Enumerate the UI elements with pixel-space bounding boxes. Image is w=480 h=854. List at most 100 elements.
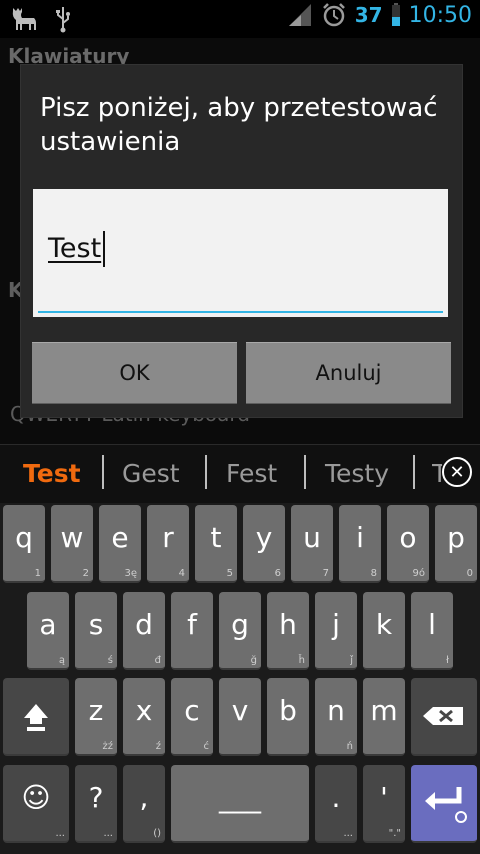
key-k[interactable]: k (363, 592, 405, 670)
key-apostrophe[interactable]: ' "." (363, 765, 405, 843)
suggestion-item[interactable]: Gest (122, 459, 180, 488)
key-label: w (60, 521, 84, 554)
key-hint: ń (346, 741, 353, 752)
key-q[interactable]: q1 (3, 505, 45, 583)
key-v[interactable]: v (219, 678, 261, 756)
suggestion-item[interactable]: Test (23, 459, 81, 488)
ok-button[interactable]: OK (32, 342, 237, 404)
key-hint: 2 (82, 568, 89, 579)
key-hint: ȟ (298, 655, 305, 666)
key-hint: ǰ (350, 655, 353, 666)
key-label: p (447, 521, 465, 554)
key-label: s (88, 608, 104, 641)
key-h[interactable]: hȟ (267, 592, 309, 670)
key-f[interactable]: f (171, 592, 213, 670)
key-s[interactable]: sś (75, 592, 117, 670)
test-input-value: Test (48, 233, 102, 264)
enter-key[interactable] (411, 765, 477, 843)
key-r[interactable]: r4 (147, 505, 189, 583)
key-hint: ą (58, 655, 65, 666)
status-left (10, 4, 72, 34)
key-label: u (303, 521, 321, 554)
key-comma[interactable]: , () (123, 765, 165, 843)
test-dialog: Pisz poniżej, aby przetestować ustawieni… (21, 65, 462, 417)
suggestion-item[interactable]: Fest (226, 459, 277, 488)
key-label: n (327, 694, 345, 727)
key-label: g (231, 608, 249, 641)
key-w[interactable]: w2 (51, 505, 93, 583)
key-l[interactable]: lł (411, 592, 453, 670)
key-hint: ğ (250, 655, 257, 666)
key-hint: ... (103, 828, 113, 839)
key-label: , (139, 781, 149, 814)
suggestion-divider (102, 455, 104, 489)
key-t[interactable]: t5 (195, 505, 237, 583)
key-hint: 6 (274, 568, 281, 579)
key-m[interactable]: m (363, 678, 405, 756)
cancel-button[interactable]: Anuluj (246, 342, 451, 404)
key-d[interactable]: dđ (123, 592, 165, 670)
key-label: i (356, 521, 364, 554)
clock: 10:50 (408, 2, 472, 28)
backspace-key[interactable] (411, 678, 477, 756)
key-label: t (210, 521, 222, 554)
deer-icon (12, 8, 37, 30)
key-question[interactable]: ?... (75, 765, 117, 843)
key-j[interactable]: jǰ (315, 592, 357, 670)
key-i[interactable]: i8 (339, 505, 381, 583)
close-suggestions-icon[interactable]: ✕ (442, 457, 472, 487)
key-label: z (88, 694, 104, 727)
key-period[interactable]: .... (315, 765, 357, 843)
status-right: 37 10:50 (287, 2, 472, 28)
dialog-title: Pisz poniżej, aby przetestować ustawieni… (40, 93, 438, 157)
key-y[interactable]: y6 (243, 505, 285, 583)
status-bar: 37 10:50 (0, 0, 480, 38)
key-label: x (135, 694, 153, 727)
key-label: q (15, 521, 33, 554)
emoji-key[interactable]: ☺ ... (3, 765, 69, 843)
key-label: e (111, 521, 129, 554)
key-hint: đ (154, 655, 161, 666)
key-c[interactable]: cć (171, 678, 213, 756)
key-hint: 1 (34, 568, 41, 579)
key-label: r (162, 521, 174, 554)
key-hint: 9ó (412, 568, 425, 579)
key-b[interactable]: b (267, 678, 309, 756)
key-label: ' (380, 781, 388, 814)
enter-icon (425, 787, 467, 823)
key-label: h (279, 608, 297, 641)
key-a[interactable]: aą (27, 592, 69, 670)
suggestion-divider (413, 455, 415, 489)
key-hint: 0 (466, 568, 473, 579)
battery-icon (391, 3, 400, 26)
shift-key[interactable] (3, 678, 69, 756)
smiley-icon: ☺ (21, 781, 51, 814)
key-label: v (231, 694, 249, 727)
key-u[interactable]: u7 (291, 505, 333, 583)
key-label: f (187, 608, 197, 641)
key-hint: ś (107, 655, 113, 666)
key-n[interactable]: nń (315, 678, 357, 756)
space-key[interactable]: ___ (171, 765, 309, 843)
usb-icon (56, 7, 70, 33)
test-input[interactable]: Test (33, 189, 448, 317)
suggestion-strip: Test Gest Fest Testy T ✕ (0, 444, 480, 504)
key-hint: 8 (370, 568, 377, 579)
key-label: a (39, 608, 57, 641)
key-label: ? (88, 781, 104, 814)
key-hint: () (153, 828, 161, 839)
signal-icon (288, 4, 311, 26)
suggestion-item[interactable]: Testy (325, 459, 389, 488)
key-o[interactable]: o 9ó (387, 505, 429, 583)
key-z[interactable]: z żź (75, 678, 117, 756)
key-e[interactable]: e 3ę (99, 505, 141, 583)
key-g[interactable]: gğ (219, 592, 261, 670)
key-x[interactable]: xź (123, 678, 165, 756)
input-underline (38, 311, 443, 313)
suggestion-divider (205, 455, 207, 489)
alarm-icon (322, 3, 345, 27)
suggestion-item[interactable]: T (432, 459, 442, 488)
key-label: j (332, 608, 340, 641)
suggestion-divider (304, 455, 306, 489)
key-p[interactable]: p0 (435, 505, 477, 583)
